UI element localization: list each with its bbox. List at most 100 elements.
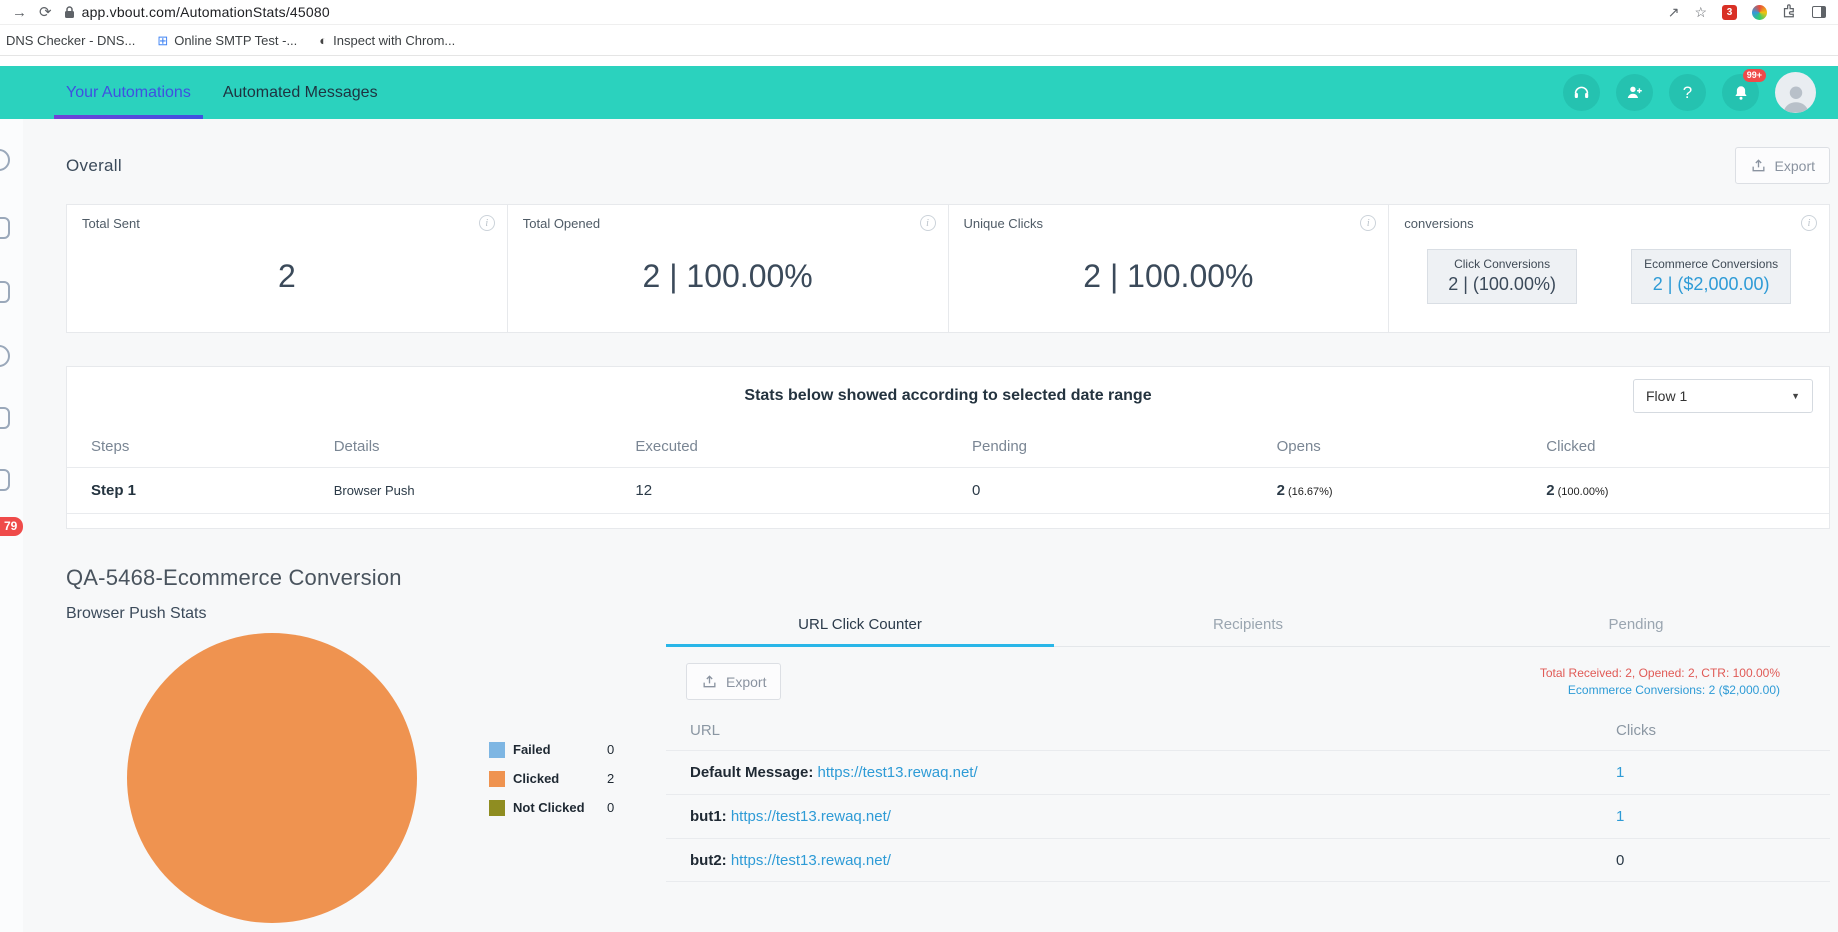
card-label: Unique Clicks [963, 216, 1043, 231]
url-bar: → ⟳ app.vbout.com/AutomationStats/45080 … [0, 0, 1838, 24]
export-upload-icon [1752, 158, 1765, 171]
cell-steps: Step 1 [91, 482, 137, 499]
sidebar-icon-6[interactable] [0, 469, 10, 491]
bookmark-inspect-with-chrome[interactable]: ◐ Inspect with Chrom... [319, 33, 455, 48]
cell-executed: 12 [635, 482, 653, 499]
sidebar-icon-5[interactable] [0, 407, 10, 429]
legend-value: 0 [607, 800, 615, 815]
bookmark-label: Online SMTP Test -... [174, 32, 298, 48]
main-content: Overall Export Total Sent i 2 Total Open… [23, 119, 1838, 932]
extensions-puzzle-icon[interactable] [1782, 3, 1797, 21]
bookmark-dns-checker[interactable]: DNS Checker - DNS... [6, 33, 135, 48]
chrome-gap [0, 56, 1838, 66]
flow-select-value: Flow 1 [1646, 388, 1688, 404]
add-contact-button[interactable] [1616, 74, 1653, 111]
address-field[interactable]: app.vbout.com/AutomationStats/45080 [64, 4, 1656, 20]
support-chat-button[interactable] [1563, 74, 1600, 111]
sidebar-icon-4[interactable] [0, 345, 10, 367]
card-conversions: conversions i Click Conversions 2 | (100… [1389, 205, 1829, 332]
help-button[interactable]: ? [1669, 74, 1706, 111]
url-link[interactable]: https://test13.rewaq.net/ [731, 808, 891, 825]
url-text[interactable]: app.vbout.com/AutomationStats/45080 [82, 4, 330, 20]
tab-pending[interactable]: Pending [1442, 605, 1830, 646]
flow-select[interactable]: Flow 1 ▼ [1633, 379, 1813, 413]
summary-ecommerce: Ecommerce Conversions: 2 ($2,000.00) [1567, 683, 1780, 697]
tab-your-automations[interactable]: Your Automations [50, 66, 207, 119]
question-mark-icon: ? [1682, 82, 1693, 102]
card-value: 2 | 100.00% [1083, 257, 1254, 294]
sidebar-icon-3[interactable] [0, 281, 10, 303]
col-url: URL [690, 721, 721, 739]
legend-swatch-clicked [489, 770, 505, 787]
info-icon[interactable]: i [1360, 215, 1377, 231]
clicks-cell: 0 [1616, 851, 1625, 869]
url-cell: Default Message: https://test13.rewaq.ne… [690, 764, 1616, 781]
campaign-title: QA-5468-Ecommerce Conversion [66, 565, 402, 590]
info-icon[interactable]: i [478, 215, 495, 231]
card-unique-clicks: Unique Clicks i 2 | 100.00% [949, 205, 1390, 332]
card-label: Total Sent [82, 216, 140, 231]
url-link[interactable]: https://test13.rewaq.net/ [731, 852, 891, 869]
push-stats-panel: Browser Push Stats Failed 0 Clicked 2 No… [66, 605, 666, 923]
url-cell: but1: https://test13.rewaq.net/ [690, 808, 1616, 825]
chrome-actions: ↗ ☆ 3 [1668, 3, 1826, 21]
colorzilla-extension-icon[interactable] [1752, 4, 1767, 20]
export-label: Export [1774, 157, 1815, 174]
col-opens: Opens [1276, 437, 1321, 455]
table-row: but1: https://test13.rewaq.net/ 1 [666, 794, 1830, 838]
stats-header-row: Steps Details Executed Pending Opens Cli… [67, 425, 1829, 467]
url-link[interactable]: https://test13.rewaq.net/ [818, 764, 978, 781]
overall-cards: Total Sent i 2 Total Opened i 2 | 100.00… [66, 204, 1830, 333]
legend-value: 2 [607, 771, 615, 786]
click-conversions-box[interactable]: Click Conversions 2 | (100.00%) [1427, 248, 1578, 304]
ecommerce-conversions-box[interactable]: Ecommerce Conversions 2 | ($2,000.00) [1631, 248, 1792, 304]
card-value: 2 | 100.00% [642, 257, 813, 294]
left-sidebar: 79 [0, 119, 23, 932]
tab-url-click-counter[interactable]: URL Click Counter [666, 605, 1054, 647]
bell-icon [1734, 85, 1747, 100]
tab-automated-messages[interactable]: Automated Messages [207, 66, 394, 119]
tab-label: Automated Messages [222, 83, 378, 101]
info-icon[interactable]: i [919, 215, 936, 231]
campaign-tabs: URL Click Counter Recipients Pending [666, 605, 1830, 647]
share-icon[interactable]: ↗ [1668, 4, 1680, 21]
avatar[interactable] [1775, 72, 1816, 113]
forward-icon[interactable]: → [12, 4, 27, 21]
app-header: Your Automations Automated Messages ? 99… [0, 66, 1838, 119]
card-total-opened: Total Opened i 2 | 100.00% [508, 205, 949, 332]
legend-value: 0 [607, 742, 615, 757]
table-row[interactable]: Step 1 Browser Push 12 0 2 (16.67%) 2 (100… [67, 467, 1829, 514]
header-actions: ? 99+ [1563, 66, 1838, 119]
export-button[interactable]: Export [1734, 147, 1830, 184]
clicks-cell[interactable]: 1 [1616, 764, 1826, 781]
bookmark-star-icon[interactable]: ☆ [1694, 4, 1707, 21]
col-details: Details [333, 437, 380, 455]
legend-item-failed: Failed 0 [489, 735, 614, 764]
conv-value: 2 | (100.00%) [1448, 273, 1556, 294]
url-export-button[interactable]: Export [686, 663, 782, 700]
reload-icon[interactable]: ⟳ [39, 3, 52, 21]
sidebar-icon-1[interactable] [0, 149, 10, 171]
stats-caption: Stats below showed according to selected… [744, 387, 1152, 404]
legend-item-clicked: Clicked 2 [489, 764, 614, 793]
push-stats-title: Browser Push Stats [66, 605, 207, 622]
col-executed: Executed [635, 437, 698, 455]
person-silhouette-icon [1782, 86, 1809, 113]
bookmarks-bar: DNS Checker - DNS... ⊞ Online SMTP Test … [0, 24, 1838, 56]
info-icon[interactable]: i [1801, 215, 1817, 231]
legend-label: Not Clicked [513, 800, 585, 815]
export-label: Export [726, 673, 767, 690]
col-steps: Steps [91, 437, 130, 455]
col-pending: Pending [971, 437, 1028, 455]
card-label: Total Opened [522, 216, 601, 231]
clicks-cell[interactable]: 1 [1616, 808, 1826, 825]
url-prefix: Default Message: [690, 764, 814, 781]
globe-favicon-icon: ◐ [319, 32, 328, 48]
tab-recipients[interactable]: Recipients [1054, 605, 1442, 646]
extension-badge-icon[interactable]: 3 [1722, 4, 1737, 20]
conv-label: Ecommerce Conversions [1644, 256, 1779, 271]
side-panel-icon[interactable] [1812, 6, 1826, 18]
notifications-button[interactable]: 99+ [1722, 69, 1766, 111]
sidebar-icon-2[interactable] [0, 217, 10, 239]
bookmark-online-smtp-test[interactable]: ⊞ Online SMTP Test -... [157, 33, 297, 48]
